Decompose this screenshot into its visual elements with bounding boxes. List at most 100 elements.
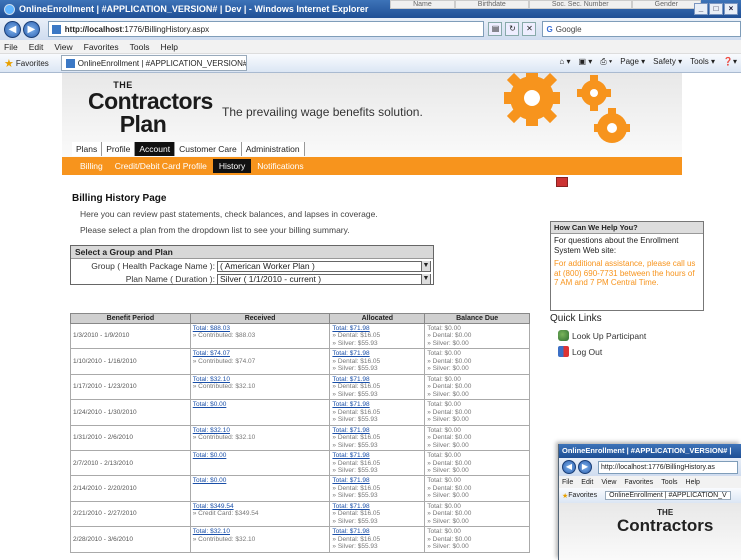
- second-browser-window[interactable]: OnlineEnrollment | #APPLICATION_VERSION#…: [558, 444, 741, 560]
- back-button[interactable]: ◀: [562, 460, 576, 474]
- allocated-total-link[interactable]: Total: $71.98: [332, 452, 422, 459]
- quick-link-label: Look Up Participant: [572, 330, 647, 341]
- received-total-link[interactable]: Total: $349.54: [193, 503, 328, 510]
- subnav-card-profile[interactable]: Credit/Debit Card Profile: [109, 159, 213, 173]
- logo-contractors: Contractors: [617, 516, 714, 535]
- menu-view[interactable]: View: [601, 479, 616, 486]
- nav-customer-care[interactable]: Customer Care: [175, 142, 242, 156]
- received-total-link[interactable]: Total: $0.00: [193, 477, 328, 484]
- browser-tab[interactable]: OnlineEnrollment | #APPLICATION_V: [605, 491, 731, 500]
- col-allocated: Allocated: [329, 313, 426, 324]
- menu-file[interactable]: File: [562, 479, 573, 486]
- menu-tools[interactable]: Tools: [130, 42, 150, 52]
- quick-link-logout[interactable]: Log Out: [558, 346, 602, 357]
- help-icon[interactable]: ❓▾: [723, 57, 737, 67]
- cell-period: 2/28/2010 - 3/6/2010: [70, 526, 191, 553]
- table-row: 2/21/2010 - 2/27/2010 Total: $349.54» Cre…: [70, 500, 530, 528]
- allocated-total-link[interactable]: Total: $71.98: [332, 401, 422, 408]
- allocated-silver: » Silver: $55.93: [332, 416, 378, 424]
- balance-dental: » Dental: $0.00: [427, 383, 472, 391]
- menu-bar: File Edit View Favorites Tools Help: [0, 40, 741, 54]
- menu-help[interactable]: Help: [160, 42, 177, 52]
- menu-favorites[interactable]: Favorites: [624, 479, 653, 486]
- balance-dental: » Dental: $0.00: [427, 332, 472, 340]
- browser-tab[interactable]: OnlineEnrollment | #APPLICATION_VERSION#…: [60, 55, 247, 71]
- received-total-link[interactable]: Total: $32.10: [193, 376, 328, 383]
- feeds-icon[interactable]: ▣ ▾: [578, 57, 592, 67]
- favorites-button[interactable]: Favorites: [16, 59, 49, 68]
- received-detail: » Credit Card: $349.54: [192, 510, 259, 518]
- balance-total: Total: $0.00: [427, 325, 461, 332]
- nav-plans[interactable]: Plans: [72, 142, 103, 156]
- users-icon: [558, 330, 569, 341]
- contractors-plan-logo[interactable]: THE Contractors: [617, 509, 714, 535]
- search-input[interactable]: G Google: [542, 21, 741, 37]
- balance-dental: » Dental: $0.00: [427, 459, 472, 467]
- menu-help[interactable]: Help: [686, 479, 700, 486]
- received-detail: » Contributed: $32.10: [192, 434, 256, 442]
- home-icon[interactable]: ⌂ ▾: [559, 57, 570, 67]
- menu-edit[interactable]: Edit: [581, 479, 593, 486]
- allocated-total-link[interactable]: Total: $71.98: [332, 477, 422, 484]
- plan-select-value: Silver ( 1/1/2010 - current ): [220, 274, 322, 284]
- allocated-total-link[interactable]: Total: $71.98: [332, 503, 422, 510]
- chevron-down-icon[interactable]: ▼: [421, 261, 430, 271]
- menu-view[interactable]: View: [54, 42, 72, 52]
- plan-select[interactable]: Silver ( 1/1/2010 - current ) ▼: [217, 273, 431, 285]
- cell-received: Total: $32.10» Contributed: $32.10: [189, 424, 331, 452]
- quick-link-lookup[interactable]: Look Up Participant: [558, 330, 646, 341]
- menu-edit[interactable]: Edit: [29, 42, 44, 52]
- received-total-link[interactable]: Total: $0.00: [193, 452, 328, 459]
- second-favorites-bar: ★ Favorites OnlineEnrollment | #APPLICAT…: [559, 488, 741, 503]
- tools-menu[interactable]: Tools ▾: [690, 57, 715, 67]
- close-button[interactable]: ×: [724, 3, 738, 15]
- print-toolbar-icon[interactable]: ⎙ ▾: [600, 57, 612, 67]
- received-total-link[interactable]: Total: $74.07: [193, 350, 328, 357]
- allocated-total-link[interactable]: Total: $71.98: [332, 325, 422, 332]
- second-url-input[interactable]: http://localhost:1776/BillingHistory.as: [598, 460, 738, 474]
- cell-period: 1/10/2010 - 1/16/2010: [70, 348, 191, 375]
- cell-received: Total: $0.00: [189, 450, 331, 477]
- help-title: How Can We Help You?: [551, 222, 703, 234]
- menu-tools[interactable]: Tools: [661, 479, 677, 486]
- allocated-total-link[interactable]: Total: $71.98: [332, 528, 422, 535]
- tab-page-icon: [65, 58, 75, 68]
- received-total-link[interactable]: Total: $32.10: [193, 528, 328, 535]
- back-button[interactable]: ◀: [4, 20, 21, 38]
- allocated-total-link[interactable]: Total: $71.98: [332, 427, 422, 434]
- background-window-columns: Name Birthdate Soc. Sec. Number Gender: [390, 0, 701, 9]
- allocated-total-link[interactable]: Total: $71.98: [332, 350, 422, 357]
- maximize-button[interactable]: □: [709, 3, 723, 15]
- group-row: Group ( Health Package Name ): ( America…: [71, 260, 433, 272]
- allocated-dental: » Dental: $16.05: [332, 434, 381, 442]
- nav-profile[interactable]: Profile: [102, 142, 136, 156]
- refresh-icon[interactable]: ↻: [505, 22, 520, 36]
- received-total-link[interactable]: Total: $0.00: [193, 401, 328, 408]
- compatibility-icon[interactable]: ▤: [488, 22, 503, 36]
- allocated-dental: » Dental: $16.05: [332, 383, 381, 391]
- cell-period: 1/3/2010 - 1/9/2010: [70, 322, 191, 350]
- menu-file[interactable]: File: [4, 42, 18, 52]
- safety-menu[interactable]: Safety ▾: [653, 57, 682, 67]
- contractors-plan-logo[interactable]: THE Contractors Plan: [88, 81, 213, 136]
- chevron-down-icon[interactable]: ▼: [421, 274, 430, 284]
- subnav-history[interactable]: History: [212, 159, 252, 173]
- page-menu[interactable]: Page ▾: [620, 57, 645, 67]
- allocated-total-link[interactable]: Total: $71.98: [332, 376, 422, 383]
- group-select[interactable]: ( American Worker Plan ) ▼: [217, 260, 431, 272]
- url-host: http://localhost: [64, 24, 123, 34]
- subnav-billing[interactable]: Billing: [74, 159, 109, 173]
- subnav-notifications[interactable]: Notifications: [251, 159, 309, 173]
- printer-icon[interactable]: [556, 177, 568, 187]
- received-total-link[interactable]: Total: $88.03: [193, 325, 328, 332]
- nav-administration[interactable]: Administration: [241, 142, 305, 156]
- favorites-button[interactable]: Favorites: [568, 492, 597, 499]
- menu-favorites[interactable]: Favorites: [84, 42, 119, 52]
- url-input[interactable]: http://localhost :1776/BillingHistory.as…: [47, 21, 485, 37]
- forward-button[interactable]: ▶: [22, 20, 40, 38]
- minimize-button[interactable]: _: [694, 3, 708, 15]
- nav-account[interactable]: Account: [135, 142, 176, 156]
- forward-button[interactable]: ▶: [578, 460, 592, 474]
- received-total-link[interactable]: Total: $32.10: [193, 427, 328, 434]
- stop-icon[interactable]: ✕: [522, 22, 537, 36]
